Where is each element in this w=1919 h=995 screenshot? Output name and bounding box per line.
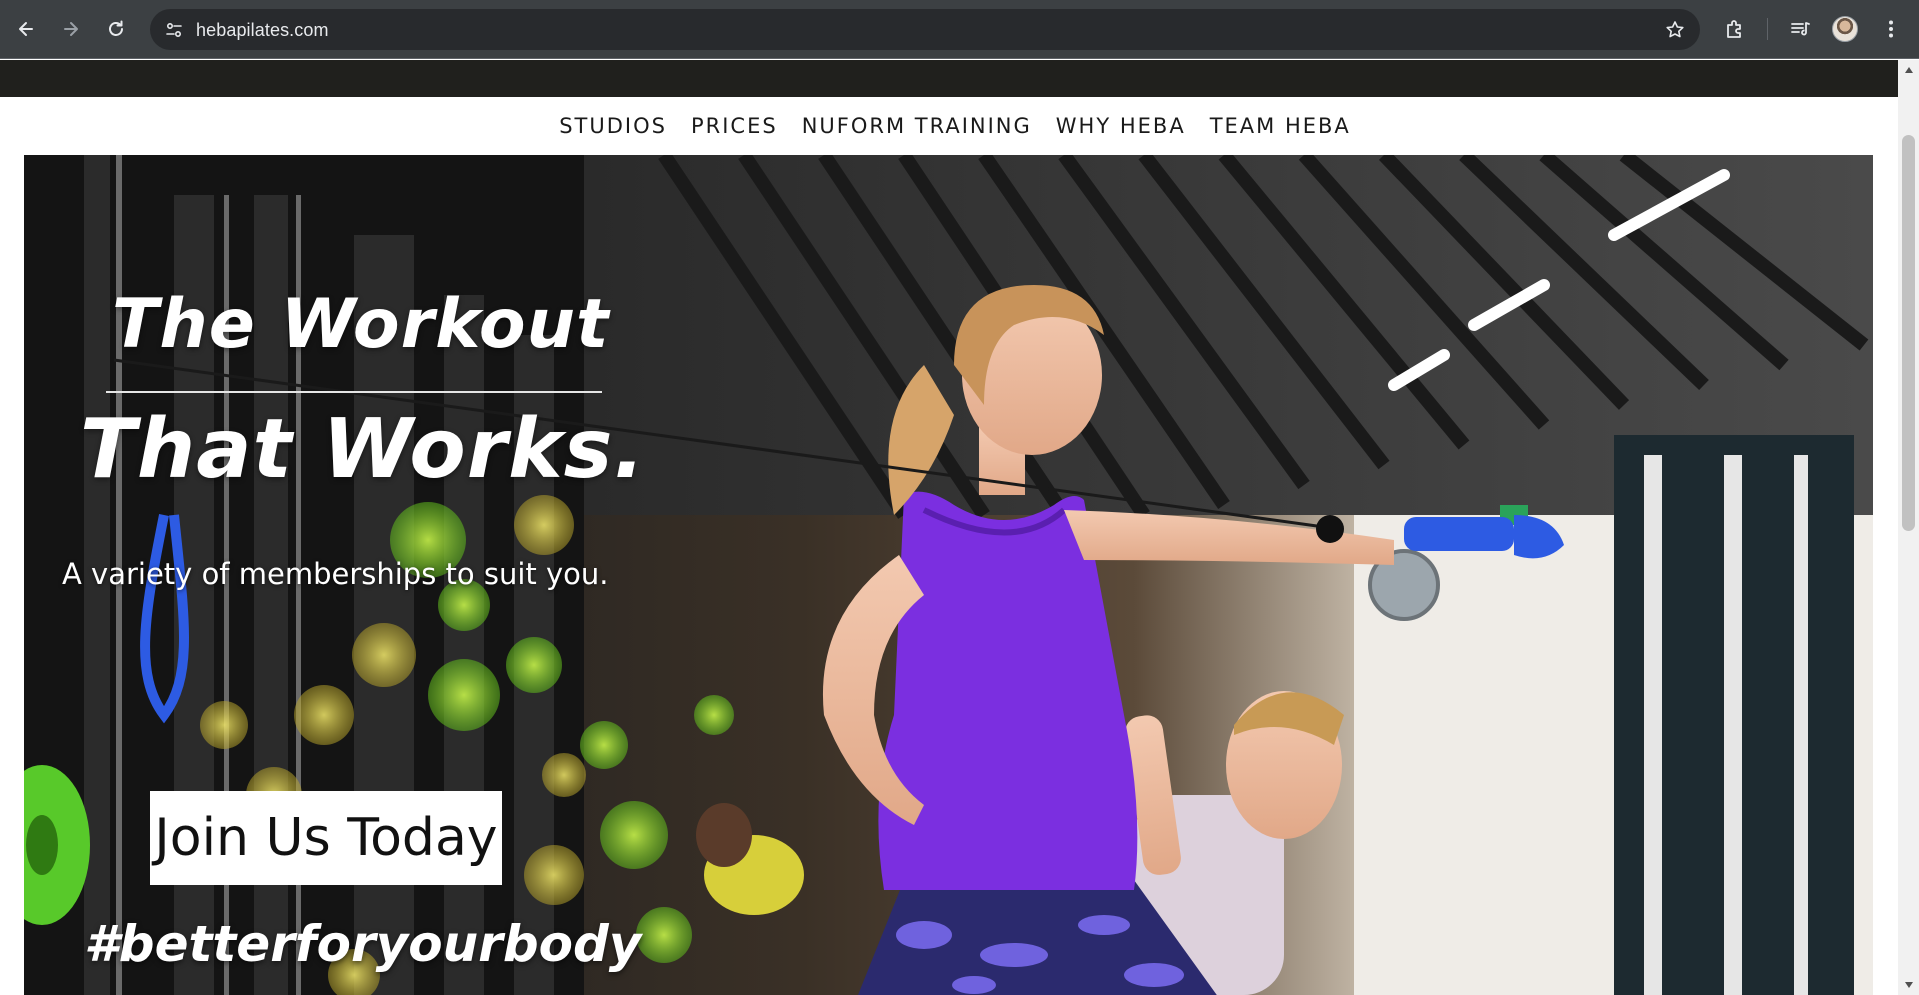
bookmark-star-icon[interactable] [1662,17,1688,43]
forward-button[interactable] [55,13,87,45]
hero-hashtag: #betterforyourbody [84,915,642,973]
forward-arrow-icon [64,22,78,36]
page-viewport: STUDIOS PRICES NUFORM TRAINING WHY HEBA … [0,60,1898,995]
profile-avatar[interactable] [1832,16,1858,42]
hero-banner: The Workout That Works. A variety of mem… [24,155,1873,995]
background-woman [696,803,804,915]
chrome-menu-button[interactable] [1875,13,1907,45]
page-scrollbar[interactable] [1898,60,1919,995]
toolbar-divider [1767,18,1768,40]
nav-why-heba[interactable]: WHY HEBA [1056,114,1186,144]
more-vert-icon [1889,20,1893,38]
puzzle-icon [1727,20,1741,38]
back-arrow-icon [19,22,33,36]
hero-headline-line2: That Works. [80,402,646,497]
browser-toolbar: hebapilates.com [0,0,1919,59]
address-bar[interactable]: hebapilates.com [150,9,1700,50]
join-us-button[interactable]: Join Us Today [150,791,502,885]
media-button[interactable] [1784,13,1816,45]
media-queue-icon [1791,22,1810,36]
extensions-button[interactable] [1719,13,1751,45]
scroll-up-arrow-icon[interactable] [1898,62,1919,78]
hero-headline-line1: The Workout [112,285,610,364]
back-button[interactable] [10,13,42,45]
hero-divider [106,391,602,393]
reload-icon [109,20,123,36]
nav-studios[interactable]: STUDIOS [559,114,667,144]
announcement-bar [0,60,1898,97]
nav-nuform-training[interactable]: NUFORM TRAINING [802,114,1032,144]
site-info-icon[interactable] [160,16,188,44]
scroll-down-arrow-icon[interactable] [1898,977,1919,993]
nav-team-heba[interactable]: TEAM HEBA [1210,114,1351,144]
url-text[interactable]: hebapilates.com [196,20,329,41]
scroll-thumb[interactable] [1902,135,1915,531]
hero-subheading: A variety of memberships to suit you. [62,557,609,591]
reload-button[interactable] [100,13,132,45]
nav-prices[interactable]: PRICES [691,114,778,144]
main-navigation: STUDIOS PRICES NUFORM TRAINING WHY HEBA … [0,114,1898,144]
